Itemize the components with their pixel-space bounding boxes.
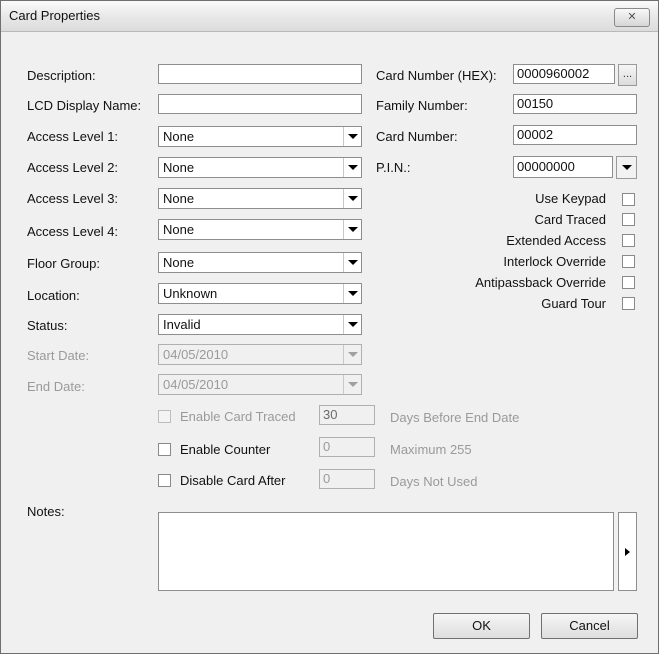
- floor-group-select[interactable]: None: [158, 252, 362, 273]
- card-number-hex-label: Card Number (HEX):: [376, 68, 497, 83]
- location-value: Unknown: [163, 286, 218, 301]
- access-level-2-value: None: [163, 160, 195, 175]
- enable-counter-checkbox[interactable]: [158, 443, 171, 456]
- antipassback-override-checkbox[interactable]: [622, 276, 635, 289]
- pin-input[interactable]: 00000000: [513, 156, 613, 178]
- chevron-down-icon: [343, 375, 361, 394]
- use-keypad-label: Use Keypad: [535, 191, 606, 206]
- use-keypad-checkbox[interactable]: [622, 193, 635, 206]
- disable-card-after-suffix: Days Not Used: [390, 474, 478, 489]
- enable-counter-label: Enable Counter: [180, 442, 271, 457]
- status-label: Status:: [27, 318, 68, 333]
- start-date-label: Start Date:: [27, 348, 90, 363]
- cancel-button[interactable]: Cancel: [541, 613, 638, 639]
- guard-tour-label: Guard Tour: [541, 296, 606, 311]
- disable-card-after-label: Disable Card After: [180, 473, 286, 488]
- ok-button[interactable]: OK: [433, 613, 530, 639]
- enable-counter-input: 0: [319, 437, 375, 457]
- pin-label: P.I.N.:: [376, 160, 411, 175]
- access-level-1-select[interactable]: None: [158, 126, 362, 147]
- location-select[interactable]: Unknown: [158, 283, 362, 304]
- start-date-picker: 04/05/2010: [158, 344, 362, 365]
- access-level-1-value: None: [163, 129, 195, 144]
- location-label: Location:: [27, 288, 80, 303]
- end-date-picker: 04/05/2010: [158, 374, 362, 395]
- family-number-label: Family Number:: [376, 98, 468, 113]
- access-level-3-select[interactable]: None: [158, 188, 362, 209]
- access-level-2-label: Access Level 2:: [27, 160, 119, 175]
- lcd-display-name-label: LCD Display Name:: [27, 98, 142, 113]
- floor-group-label: Floor Group:: [27, 256, 100, 271]
- chevron-down-icon[interactable]: [343, 127, 361, 146]
- chevron-down-icon[interactable]: [343, 220, 361, 239]
- enable-card-traced-suffix: Days Before End Date: [390, 410, 520, 425]
- enable-card-traced-days-input: 30: [319, 405, 375, 425]
- lcd-display-name-input[interactable]: [158, 94, 362, 114]
- browse-button[interactable]: ...: [618, 64, 637, 86]
- start-date-value: 04/05/2010: [163, 347, 229, 362]
- card-traced-label: Card Traced: [534, 212, 606, 227]
- extended-access-checkbox[interactable]: [622, 234, 635, 247]
- enable-card-traced-checkbox: [158, 410, 171, 423]
- card-number-hex-input[interactable]: 0000960002: [513, 64, 615, 84]
- chevron-down-icon[interactable]: [343, 158, 361, 177]
- extended-access-label: Extended Access: [506, 233, 606, 248]
- interlock-override-label: Interlock Override: [503, 254, 606, 269]
- antipassback-override-label: Antipassback Override: [475, 275, 606, 290]
- notes-label: Notes:: [27, 504, 65, 519]
- end-date-label: End Date:: [27, 379, 85, 394]
- disable-card-after-input: 0: [319, 469, 375, 489]
- description-label: Description:: [27, 68, 96, 83]
- status-value: Invalid: [163, 317, 201, 332]
- description-input[interactable]: [158, 64, 362, 84]
- notes-expand-icon[interactable]: [618, 512, 637, 591]
- title-bar: Card Properties ✕: [1, 1, 658, 32]
- access-level-4-select[interactable]: None: [158, 219, 362, 240]
- enable-counter-suffix: Maximum 255: [390, 442, 472, 457]
- access-level-3-label: Access Level 3:: [27, 191, 119, 206]
- family-number-input[interactable]: 00150: [513, 94, 637, 114]
- chevron-down-icon[interactable]: [343, 253, 361, 272]
- chevron-down-icon[interactable]: [343, 189, 361, 208]
- card-number-input[interactable]: 00002: [513, 125, 637, 145]
- close-icon: ✕: [627, 11, 637, 23]
- dialog-title: Card Properties: [9, 8, 101, 23]
- access-level-1-label: Access Level 1:: [27, 129, 119, 144]
- interlock-override-checkbox[interactable]: [622, 255, 635, 268]
- card-number-label: Card Number:: [376, 129, 458, 144]
- end-date-value: 04/05/2010: [163, 377, 229, 392]
- chevron-down-icon[interactable]: [343, 284, 361, 303]
- chevron-down-icon: [343, 345, 361, 364]
- access-level-4-label: Access Level 4:: [27, 224, 119, 239]
- chevron-down-icon[interactable]: [343, 315, 361, 334]
- close-button[interactable]: ✕: [614, 8, 650, 27]
- access-level-4-value: None: [163, 222, 195, 237]
- notes-textarea[interactable]: [158, 512, 614, 591]
- access-level-3-value: None: [163, 191, 195, 206]
- access-level-2-select[interactable]: None: [158, 157, 362, 178]
- enable-card-traced-label: Enable Card Traced: [180, 409, 296, 424]
- status-select[interactable]: Invalid: [158, 314, 362, 335]
- pin-dropdown-icon[interactable]: [616, 156, 637, 179]
- floor-group-value: None: [163, 255, 195, 270]
- guard-tour-checkbox[interactable]: [622, 297, 635, 310]
- card-properties-dialog: Card Properties ✕ Description: LCD Displ…: [0, 0, 659, 654]
- card-traced-checkbox[interactable]: [622, 213, 635, 226]
- disable-card-after-checkbox[interactable]: [158, 474, 171, 487]
